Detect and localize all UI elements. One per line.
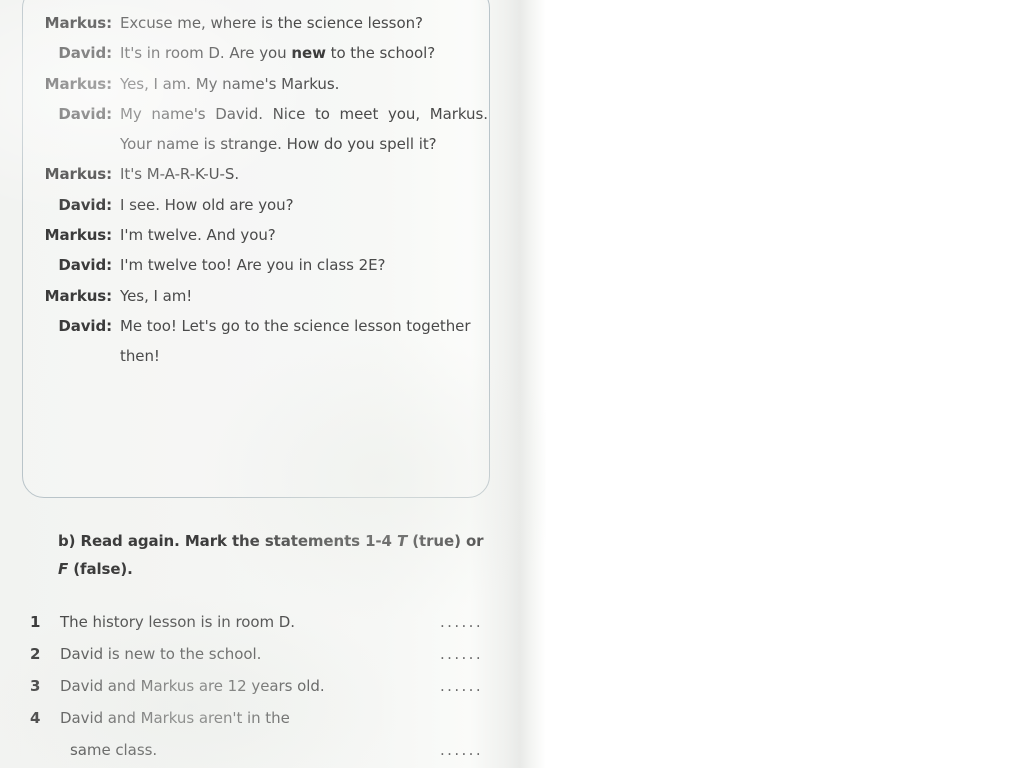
dialogue-line: Markus: Yes, I am. My name's Markus.	[24, 69, 488, 99]
instruction-text-part3: (false).	[68, 560, 133, 578]
statement-row-continuation: same class. ......	[30, 734, 530, 766]
statement-list: 1 The history lesson is in room D. .....…	[30, 606, 530, 766]
dialogue-text: Excuse me, where is the science lesson?	[120, 14, 423, 32]
statement-answer-blank[interactable]: ......	[440, 670, 483, 702]
dialogue-speaker: David:	[58, 195, 112, 214]
dialogue-line: David: My name's David. Nice to meet you…	[24, 99, 488, 160]
dialogue-speaker: David:	[58, 256, 112, 275]
dialogue-text: Yes, I am. My name's Markus.	[120, 74, 340, 93]
dialogue-speaker: Markus:	[44, 74, 112, 93]
emphasized-word: new	[291, 44, 326, 63]
statement-number: 2	[30, 645, 41, 663]
statement-answer-blank[interactable]: ......	[440, 734, 483, 766]
statement-row: 3 David and Markus are 12 years old. ...…	[30, 670, 530, 702]
instruction-text-part1: b) Read again. Mark the statements 1-4	[58, 532, 398, 550]
statement-answer-blank[interactable]: ......	[440, 606, 483, 638]
statement-text: David and Markus aren't in the	[60, 709, 290, 727]
dialogue-speaker: Markus:	[44, 226, 112, 245]
dialogue-line: David: It's in room D. Are you new to th…	[24, 38, 488, 68]
statement-answer-blank[interactable]: ......	[440, 638, 483, 670]
statement-row: 4 David and Markus aren't in the	[30, 702, 530, 734]
statement-text: The history lesson is in room D.	[60, 613, 295, 631]
dialogue-line: Markus: Excuse me, where is the science …	[24, 8, 488, 38]
dialogue-speaker: David:	[58, 104, 112, 123]
statement-row: 1 The history lesson is in room D. .....…	[30, 606, 530, 638]
dialogue-line: David: I see. How old are you?	[24, 190, 488, 220]
dialogue-text: It's M-A-R-K-U-S.	[120, 165, 240, 184]
dialogue-speaker: Markus:	[44, 14, 112, 32]
dialogue-text: I'm twelve. And you?	[120, 226, 276, 245]
dialogue-line: David: I'm twelve too! Are you in class …	[24, 250, 488, 280]
statement-number: 4	[30, 709, 41, 727]
dialogue-line-list: Markus: Excuse me, where is the science …	[24, 8, 488, 372]
instruction-text-part2: (true) or	[407, 532, 484, 550]
dialogue-speaker: David:	[58, 316, 112, 335]
instruction-false-letter: F	[58, 560, 69, 578]
statement-text: same class.	[70, 741, 158, 759]
dialogue-text: Yes, I am!	[120, 286, 193, 305]
dialogue-line: Markus: It's M-A-R-K-U-S.	[24, 159, 488, 189]
dialogue-speaker: David:	[58, 44, 112, 63]
dialogue-text: My name's David. Nice to meet you, Marku…	[120, 104, 488, 154]
dialogue-speaker: Markus:	[44, 165, 112, 184]
statement-number: 1	[30, 613, 41, 631]
dialogue-line: David: Me too! Let's go to the science l…	[24, 311, 488, 372]
instruction-true-letter: T	[397, 532, 408, 550]
statement-text: David is new to the school.	[60, 645, 262, 663]
dialogue-speaker: Markus:	[44, 286, 112, 305]
statement-number: 3	[30, 677, 41, 695]
dialogue-text: I see. How old are you?	[120, 195, 294, 214]
dialogue-text: It's in room D. Are you new to the schoo…	[120, 44, 436, 63]
statement-text: David and Markus are 12 years old.	[60, 677, 325, 695]
dialogue-text: Me too! Let's go to the science lesson t…	[120, 316, 471, 366]
dialogue-line: Markus: I'm twelve. And you?	[24, 220, 488, 250]
dialogue-line: Markus: Yes, I am!	[24, 281, 488, 311]
dialogue-text: I'm twelve too! Are you in class 2E?	[120, 256, 386, 275]
exercise-instruction: b) Read again. Mark the statements 1-4 T…	[58, 527, 488, 583]
scanned-page: Markus: Excuse me, where is the science …	[0, 0, 546, 768]
statement-row: 2 David is new to the school. ......	[30, 638, 530, 670]
